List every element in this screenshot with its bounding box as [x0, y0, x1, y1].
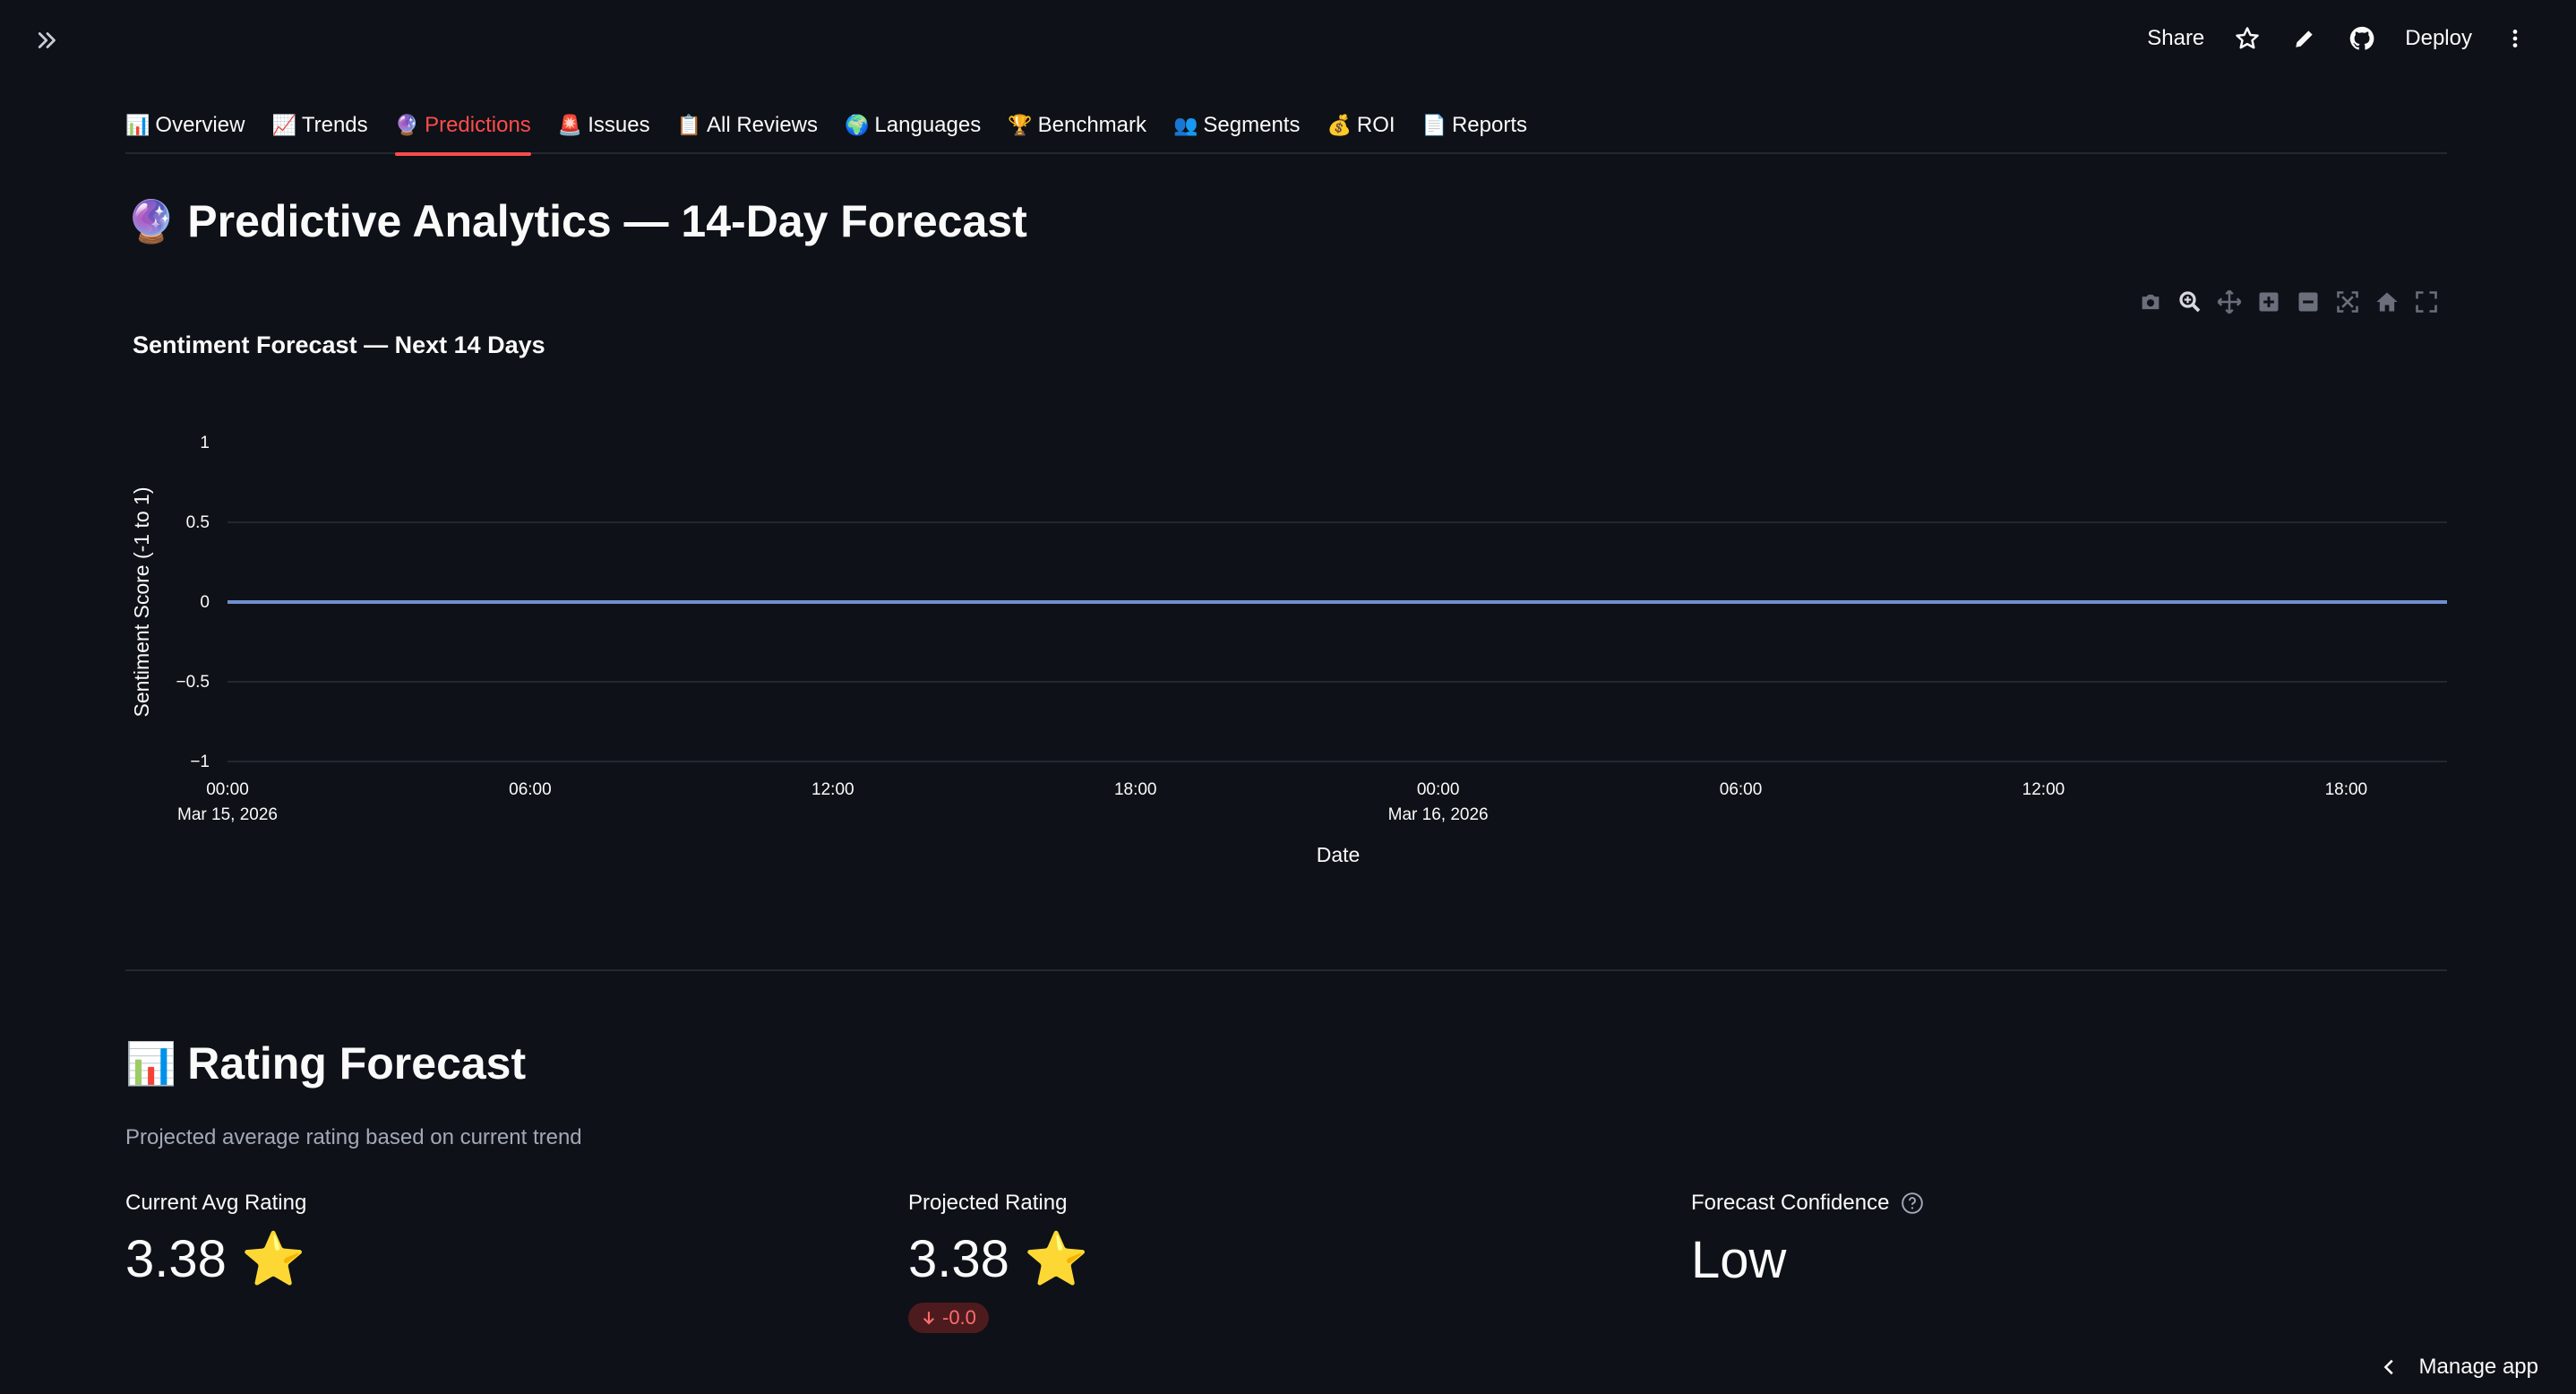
metric-value: Low	[1691, 1230, 1787, 1289]
tab-languages[interactable]: 🌍 Languages	[845, 97, 981, 154]
x-tick-label: 18:00	[1114, 780, 1157, 799]
x-tick-label: 18:00	[2325, 780, 2368, 799]
siren-icon: 🚨	[557, 114, 583, 136]
y-tick-label: −1	[190, 753, 210, 771]
globe-icon: 🌍	[845, 114, 870, 136]
tab-reports[interactable]: 📄 Reports	[1422, 97, 1527, 154]
tab-label: Languages	[874, 113, 982, 137]
x-tick-date-label: Mar 16, 2026	[1388, 805, 1489, 824]
x-axis-label: Date	[1317, 843, 1361, 866]
x-tick-label: 00:00	[1417, 780, 1460, 799]
chart-canvas[interactable]: Sentiment Forecast — Next 14 Days Sentim…	[125, 283, 2447, 892]
tab-trends[interactable]: 📈 Trends	[271, 97, 367, 154]
metric-label: Current Avg Rating	[125, 1191, 307, 1215]
manage-app-label: Manage app	[2418, 1355, 2538, 1379]
more-vertical-icon[interactable]	[2486, 16, 2544, 61]
people-icon: 👥	[1173, 114, 1198, 136]
section-title-text: Rating Forecast	[187, 1038, 527, 1089]
y-tick-label: 1	[200, 434, 210, 452]
metric-delta-badge: -0.0	[908, 1303, 989, 1333]
bar-chart-icon: 📊	[125, 1039, 177, 1087]
edit-pencil-icon[interactable]	[2276, 16, 2333, 61]
trophy-icon: 🏆	[1008, 114, 1033, 136]
y-tick-label: 0.5	[186, 513, 210, 532]
tab-label: All Reviews	[706, 113, 819, 137]
tab-label: Segments	[1203, 113, 1301, 137]
chevron-left-icon	[2383, 1359, 2393, 1375]
crystal-ball-icon: 🔮	[394, 114, 420, 136]
y-axis-label: Sentiment Score (-1 to 1)	[130, 487, 153, 718]
crystal-ball-icon: 🔮	[125, 197, 177, 245]
tab-label: ROI	[1356, 113, 1395, 137]
tab-roi[interactable]: 💰 ROI	[1327, 97, 1395, 154]
manage-app-button[interactable]: Manage app	[2380, 1355, 2538, 1380]
document-icon: 📄	[1421, 114, 1447, 136]
trend-emoji-icon: 📈	[271, 114, 296, 136]
tab-overview[interactable]: 📊 Overview	[125, 97, 245, 154]
metric-value: 3.38 ⭐	[908, 1230, 1089, 1288]
metric-value: 3.38 ⭐	[125, 1230, 306, 1288]
autoscale-icon[interactable]	[2334, 288, 2361, 315]
tab-label: Trends	[301, 113, 368, 137]
camera-icon[interactable]	[2137, 288, 2164, 315]
tab-label: Issues	[588, 113, 650, 137]
fullscreen-icon[interactable]	[2413, 288, 2440, 315]
metric-label: Projected Rating	[908, 1191, 1068, 1215]
x-tick-label: 12:00	[2022, 780, 2065, 799]
expand-sidebar-icon[interactable]	[29, 22, 66, 59]
y-tick-label: 0	[200, 593, 210, 612]
tab-benchmark[interactable]: 🏆 Benchmark	[1008, 97, 1146, 154]
metric-current-avg-rating: Current Avg Rating 3.38 ⭐	[125, 1188, 896, 1292]
zoom-out-icon[interactable]	[2295, 288, 2322, 315]
github-icon[interactable]	[2333, 16, 2391, 61]
metric-label: Forecast Confidence	[1691, 1191, 1890, 1215]
zoom-icon[interactable]	[2177, 288, 2203, 315]
tab-predictions[interactable]: 🔮 Predictions	[394, 97, 531, 156]
arrow-down-icon	[923, 1312, 934, 1325]
x-tick-label: 00:00	[206, 780, 249, 799]
tab-label: Overview	[155, 113, 245, 137]
page-title: 🔮 Predictive Analytics — 14-Day Forecast	[125, 195, 1027, 247]
share-button[interactable]: Share	[2133, 26, 2219, 51]
x-tick-label: 12:00	[811, 780, 854, 799]
question-circle-icon[interactable]	[1900, 1191, 1925, 1216]
pan-icon[interactable]	[2216, 288, 2243, 315]
chart-modebar	[2137, 288, 2440, 315]
home-icon[interactable]	[2374, 288, 2400, 315]
sentiment-forecast-chart[interactable]: Sentiment Forecast — Next 14 Days Sentim…	[125, 283, 2447, 892]
section-title: 📊 Rating Forecast	[125, 1037, 526, 1089]
tab-issues[interactable]: 🚨 Issues	[558, 97, 650, 154]
chart-emoji-icon: 📊	[125, 114, 150, 136]
header-toolbar: Share Deploy	[2133, 16, 2544, 61]
y-tick-label: −0.5	[176, 673, 210, 692]
star-icon[interactable]	[2219, 16, 2276, 61]
metric-projected-rating: Projected Rating 3.38 ⭐ -0.0	[908, 1188, 1679, 1333]
clipboard-icon: 📋	[676, 114, 701, 136]
tab-label: Reports	[1451, 113, 1527, 137]
metric-delta-value: -0.0	[942, 1306, 976, 1329]
metric-forecast-confidence: Forecast Confidence Low	[1691, 1188, 2461, 1292]
x-tick-label: 06:00	[509, 780, 552, 799]
tab-label: Benchmark	[1037, 113, 1146, 137]
tab-segments[interactable]: 👥 Segments	[1173, 97, 1300, 154]
section-caption: Projected average rating based on curren…	[125, 1125, 582, 1149]
page-title-text: Predictive Analytics — 14-Day Forecast	[187, 196, 1027, 246]
money-bag-icon: 💰	[1327, 114, 1352, 136]
zoom-in-icon[interactable]	[2255, 288, 2282, 315]
x-tick-label: 06:00	[1720, 780, 1763, 799]
deploy-button[interactable]: Deploy	[2391, 26, 2486, 51]
tab-bar: 📊 Overview 📈 Trends 🔮 Predictions 🚨 Issues 📋…	[125, 97, 2447, 156]
section-divider	[125, 969, 2447, 971]
chart-title: Sentiment Forecast — Next 14 Days	[133, 331, 545, 358]
x-tick-date-label: Mar 15, 2026	[177, 805, 278, 824]
tab-all-reviews[interactable]: 📋 All Reviews	[677, 97, 818, 154]
tab-label: Predictions	[425, 113, 531, 137]
